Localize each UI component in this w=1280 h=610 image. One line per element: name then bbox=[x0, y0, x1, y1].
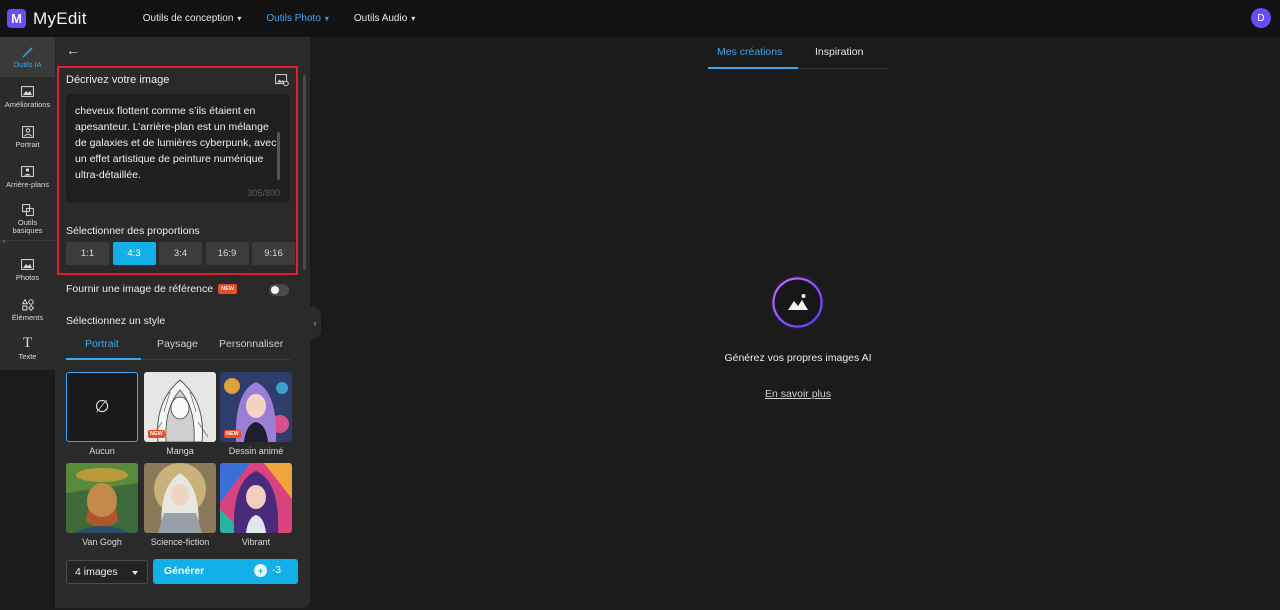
shapes-icon bbox=[21, 298, 34, 311]
portrait-icon bbox=[21, 125, 34, 138]
ratio-button-9-16[interactable]: 9:16 bbox=[252, 242, 295, 265]
ratio-button-16-9[interactable]: 16:9 bbox=[205, 242, 249, 265]
magic-wand-icon bbox=[21, 45, 34, 58]
style-sci-fi[interactable] bbox=[144, 463, 216, 533]
active-tab-indicator bbox=[708, 67, 798, 69]
photo-icon bbox=[21, 258, 34, 271]
chevron-down-icon: ▾ bbox=[237, 14, 242, 23]
logo[interactable]: M MyEdit bbox=[7, 9, 87, 29]
caret-down-icon bbox=[132, 571, 138, 575]
prompt-text: cheveux flottent comme s’ils étaient en … bbox=[75, 105, 277, 181]
active-tab-indicator bbox=[66, 358, 141, 360]
style-van-gogh[interactable] bbox=[66, 463, 138, 533]
ratio-button-1-1[interactable]: 1:1 bbox=[66, 242, 109, 265]
rail-item-text[interactable]: T Texte bbox=[0, 335, 55, 361]
style-label: Aucun bbox=[89, 446, 115, 456]
prompt-scrollbar[interactable] bbox=[277, 132, 280, 180]
app-name: MyEdit bbox=[33, 8, 87, 28]
credit-cost: + -3 bbox=[254, 564, 281, 577]
rail-item-ai-tools[interactable]: Outils IA bbox=[0, 37, 55, 77]
empty-state-text: Générez vos propres images AI bbox=[724, 352, 872, 364]
ratio-button-3-4[interactable]: 3:4 bbox=[159, 242, 202, 265]
image-settings-icon[interactable] bbox=[275, 73, 289, 87]
learn-more-link[interactable]: En savoir plus bbox=[740, 388, 856, 400]
chevron-down-icon: ▾ bbox=[324, 14, 329, 23]
tab-custom[interactable]: Personnaliser bbox=[219, 338, 283, 350]
rail-divider bbox=[0, 240, 55, 241]
panel-scrollbar[interactable] bbox=[303, 75, 306, 270]
image-enhance-icon bbox=[21, 85, 34, 98]
style-tabs: Portrait Paysage Personnaliser bbox=[66, 336, 290, 360]
rail-item-elements[interactable]: Éléments bbox=[0, 298, 55, 322]
prompt-textarea[interactable]: cheveux flottent comme s’ils étaient en … bbox=[66, 94, 290, 203]
tab-landscape[interactable]: Paysage bbox=[157, 338, 198, 350]
logo-icon: M bbox=[7, 9, 26, 28]
avatar[interactable]: D bbox=[1251, 8, 1271, 28]
tab-my-creations[interactable]: Mes créations bbox=[717, 46, 782, 58]
style-vibrant[interactable] bbox=[220, 463, 292, 533]
text-icon: T bbox=[22, 335, 33, 351]
crop-icon bbox=[21, 203, 34, 216]
rail-item-portrait[interactable]: Portrait bbox=[0, 125, 55, 149]
main-nav: Outils de conception ▾ Outils Photo ▾ Outi… bbox=[143, 13, 441, 24]
credit-icon: + bbox=[254, 564, 268, 577]
style-cartoon[interactable]: NEW bbox=[220, 372, 292, 442]
style-none[interactable]: ∅ bbox=[66, 372, 138, 442]
rail-item-enhancements[interactable]: Améliorations bbox=[0, 85, 55, 109]
chevron-left-icon: ‹ bbox=[313, 318, 317, 328]
tab-inspiration[interactable]: Inspiration bbox=[815, 46, 863, 58]
chevron-down-icon: ▾ bbox=[411, 14, 416, 23]
tab-portrait[interactable]: Portrait bbox=[85, 338, 119, 350]
rail-item-backgrounds[interactable]: Arrière-plans bbox=[0, 165, 55, 189]
toggle-knob bbox=[271, 286, 279, 294]
new-badge: NEW bbox=[224, 430, 241, 438]
ratio-button-4-3[interactable]: 4:3 bbox=[112, 242, 156, 265]
style-label: Manga bbox=[166, 446, 194, 456]
style-heading: Sélectionnez un style bbox=[66, 315, 166, 327]
style-label: Vibrant bbox=[241, 537, 271, 547]
background-icon bbox=[21, 165, 34, 178]
generate-button[interactable]: Générer + -3 bbox=[153, 559, 298, 584]
vibrant-thumbnail bbox=[220, 463, 292, 533]
new-badge: NEW bbox=[218, 284, 237, 294]
style-label: Science-fiction bbox=[150, 537, 210, 547]
gallery-empty-icon bbox=[769, 274, 826, 331]
new-badge: NEW bbox=[148, 430, 165, 438]
image-count-select[interactable]: 4 images bbox=[66, 560, 148, 584]
none-icon: ∅ bbox=[94, 397, 110, 416]
creations-tabs: Mes créations Inspiration bbox=[708, 44, 887, 69]
rail-item-basic-tools[interactable]: Outils basiques bbox=[0, 203, 55, 236]
describe-image-heading: Décrivez votre image bbox=[66, 74, 170, 86]
style-manga[interactable]: NEW bbox=[144, 372, 216, 442]
nav-photo-tools[interactable]: Outils Photo ▾ bbox=[266, 13, 329, 24]
style-label: Dessin animé bbox=[228, 446, 284, 456]
reference-image-toggle[interactable] bbox=[269, 284, 289, 296]
ratio-heading: Sélectionner des proportions bbox=[66, 225, 200, 237]
collapse-panel-button[interactable]: ‹ bbox=[309, 306, 321, 340]
van-gogh-thumbnail bbox=[66, 463, 138, 533]
top-bar: M MyEdit Outils de conception ▾ Outils Ph… bbox=[0, 0, 1280, 37]
style-label: Van Gogh bbox=[82, 537, 122, 547]
ratio-selector: 1:1 4:3 3:4 16:9 9:16 bbox=[66, 242, 299, 265]
nav-design-tools[interactable]: Outils de conception ▾ bbox=[143, 13, 242, 24]
sci-fi-thumbnail bbox=[144, 463, 216, 533]
tool-rail: Outils IA Améliorations Portrait Arrière… bbox=[0, 37, 55, 370]
back-arrow-icon[interactable]: ← bbox=[66, 42, 80, 58]
nav-audio-tools[interactable]: Outils Audio ▾ bbox=[354, 13, 415, 24]
reference-image-label: Fournir une image de référence NEW bbox=[66, 283, 237, 295]
plus-icon: + bbox=[2, 239, 7, 246]
rail-item-photos[interactable]: Photos bbox=[0, 258, 55, 282]
char-counter: 305/800 bbox=[247, 188, 280, 198]
